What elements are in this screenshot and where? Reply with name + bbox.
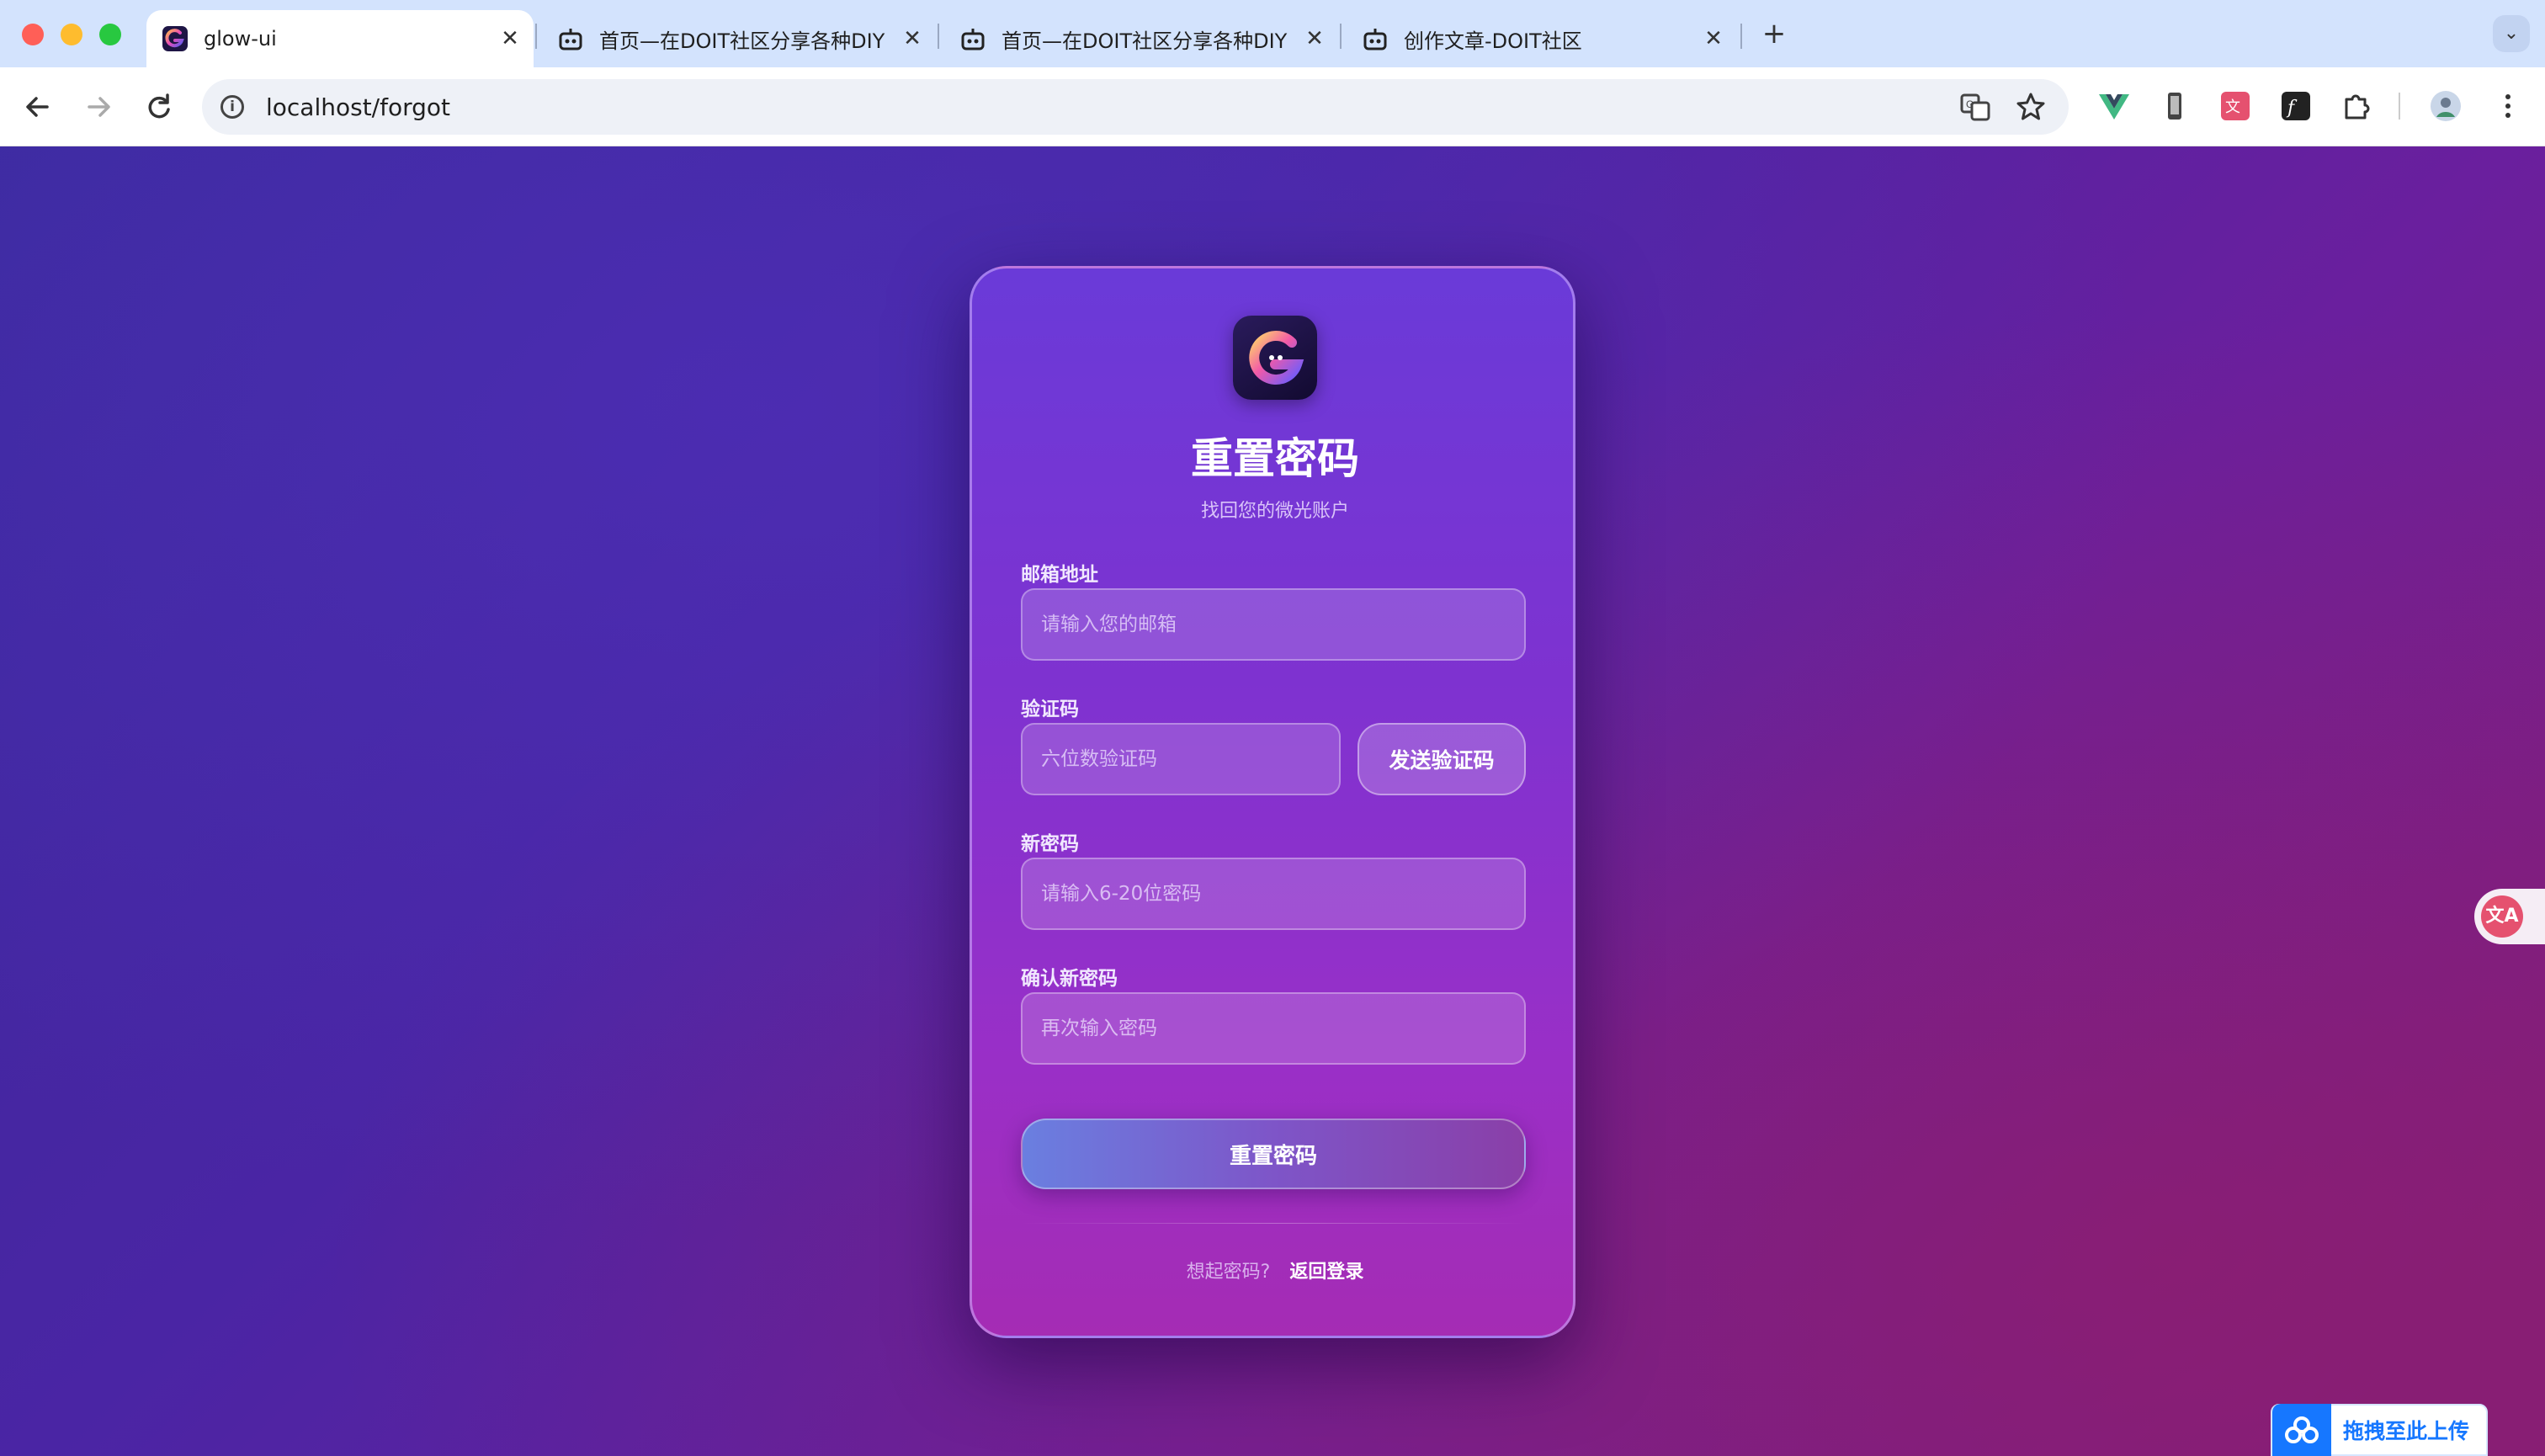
footer-prompt: 想起密码?	[1186, 1262, 1271, 1283]
translate-extension-icon[interactable]: 文	[2218, 89, 2252, 123]
code-label: 验证码	[1021, 699, 1079, 720]
svg-text:文: 文	[2225, 98, 2240, 116]
tab-separator	[938, 24, 939, 49]
tab-close-icon[interactable]: ✕	[493, 26, 527, 51]
email-field[interactable]	[1021, 588, 1526, 661]
tab-doit-create-article[interactable]: 创作文章-DOIT社区 ✕	[1347, 10, 1737, 67]
toolbar-divider	[2399, 93, 2400, 120]
site-info-icon[interactable]: i	[220, 95, 244, 119]
svg-text:G: G	[1966, 98, 1974, 110]
address-bar[interactable]: i localhost/forgot	[202, 79, 2069, 135]
forgot-password-page: 重置密码 找回您的微光账户 邮箱地址 验证码 发送验证码 新密码 确认新密码 重…	[0, 146, 2545, 1456]
email-label: 邮箱地址	[1021, 564, 1098, 586]
app-logo	[1233, 316, 1317, 400]
footer-divider	[1021, 1223, 1526, 1224]
page-title: 重置密码	[1191, 434, 1359, 483]
tab-title: 首页—在DOIT社区分享各种DIY	[1002, 29, 1288, 53]
google-translate-icon[interactable]: G	[1959, 91, 1991, 123]
confirm-password-label: 确认新密码	[1021, 968, 1118, 990]
font-extension-icon[interactable]: f	[2279, 89, 2313, 123]
tab-search-chevron-icon[interactable]: ⌄	[2493, 15, 2530, 52]
puzzle-extensions-icon[interactable]	[2340, 89, 2373, 123]
reset-password-button[interactable]: 重置密码	[1021, 1119, 1526, 1189]
confirm-password-field[interactable]	[1021, 992, 1526, 1065]
footer-row: 想起密码? 返回登录	[972, 1257, 1578, 1283]
robot-icon	[1363, 29, 1387, 50]
browser-tabstrip: glow-ui ✕ 首页—在DOIT社区分享各种DIY ✕ 首页—在DOIT社区…	[0, 0, 2545, 67]
back-to-login-link[interactable]: 返回登录	[1289, 1262, 1363, 1283]
tab-doit-home-2[interactable]: 首页—在DOIT社区分享各种DIY ✕	[944, 10, 1338, 67]
new-password-label: 新密码	[1021, 833, 1079, 855]
window-zoom-button[interactable]	[99, 24, 121, 45]
tab-separator	[1340, 24, 1342, 49]
reset-password-card: 重置密码 找回您的微光账户 邮箱地址 验证码 发送验证码 新密码 确认新密码 重…	[970, 266, 1575, 1338]
tab-close-icon[interactable]: ✕	[895, 26, 929, 51]
bookmark-star-icon[interactable]	[2015, 91, 2047, 123]
robot-icon	[559, 29, 582, 50]
cloud-upload-icon	[2272, 1404, 2331, 1456]
tab-close-icon[interactable]: ✕	[1298, 26, 1331, 51]
translate-icon: 文A	[2481, 895, 2523, 938]
floating-translate-button[interactable]: 文A	[2474, 889, 2545, 944]
tab-close-icon[interactable]: ✕	[1697, 26, 1730, 51]
tab-separator	[535, 24, 537, 49]
forward-arrow-icon[interactable]	[79, 88, 118, 126]
verification-code-field[interactable]	[1021, 723, 1341, 795]
tab-separator	[1740, 24, 1742, 49]
upload-widget-label: 拖拽至此上传	[2343, 1419, 2470, 1443]
new-password-field[interactable]	[1021, 858, 1526, 930]
window-minimize-button[interactable]	[61, 24, 82, 45]
url-text: localhost/forgot	[266, 93, 451, 121]
tab-title: 创作文章-DOIT社区	[1404, 29, 1582, 53]
window-close-button[interactable]	[22, 24, 44, 45]
robot-icon	[961, 29, 985, 50]
more-menu-icon[interactable]	[2491, 89, 2525, 123]
glow-logo-icon	[162, 26, 188, 51]
new-tab-button[interactable]: +	[1756, 15, 1793, 52]
profile-avatar[interactable]	[2429, 89, 2463, 123]
send-code-button[interactable]: 发送验证码	[1358, 723, 1526, 795]
vue-devtools-icon[interactable]	[2097, 89, 2131, 123]
upload-drop-widget[interactable]: 拖拽至此上传	[2271, 1404, 2488, 1456]
glow-logo-icon	[1249, 331, 1304, 385]
reload-icon[interactable]	[140, 88, 178, 126]
page-subtitle: 找回您的微光账户	[1200, 501, 1349, 522]
back-arrow-icon[interactable]	[19, 88, 57, 126]
tab-title: glow-ui	[204, 27, 277, 50]
tab-glow-ui[interactable]: glow-ui ✕	[146, 10, 534, 67]
tab-title: 首页—在DOIT社区分享各种DIY	[599, 29, 885, 53]
tab-doit-home-1[interactable]: 首页—在DOIT社区分享各种DIY ✕	[542, 10, 936, 67]
phone-extension-icon[interactable]	[2158, 89, 2192, 123]
